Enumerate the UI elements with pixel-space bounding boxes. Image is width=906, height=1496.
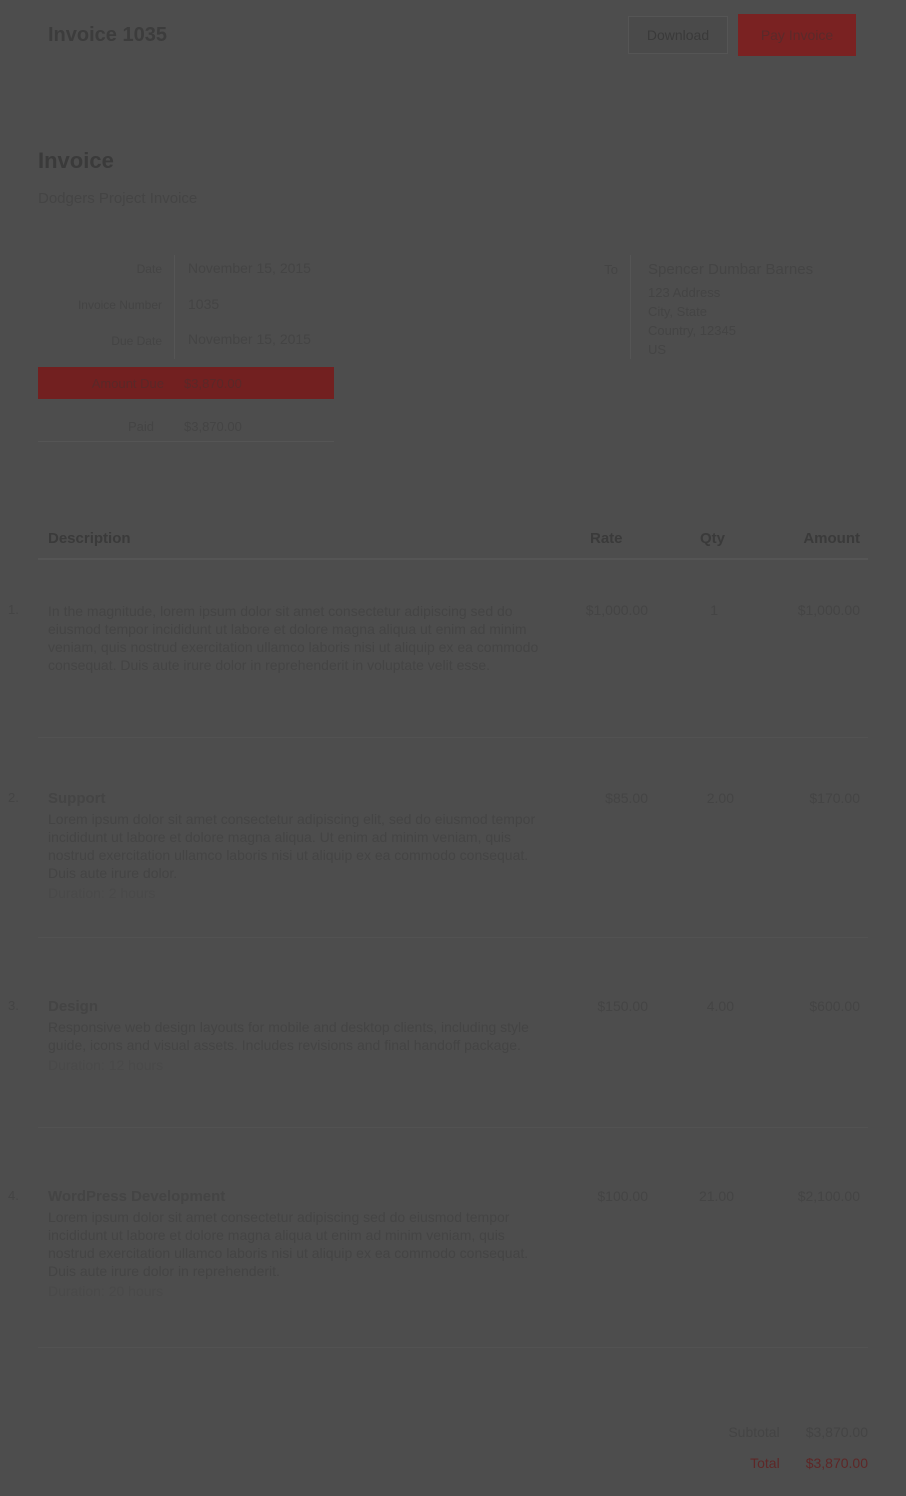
row-amount: $170.00 [809, 790, 860, 806]
item-title: Support [48, 790, 106, 807]
item-description: Responsive web design layouts for mobile… [48, 1019, 529, 1053]
item-description: Lorem ipsum dolor sit amet consectetur a… [48, 1209, 529, 1279]
table-row: 2. Support Lorem ipsum dolor sit amet co… [8, 790, 868, 938]
col-description: Description [48, 530, 131, 547]
item-title: Design [48, 998, 99, 1015]
row-rate: $100.00 [597, 1188, 648, 1204]
item-title: WordPress Development [48, 1188, 226, 1205]
total-value: $3,870.00 [805, 1455, 868, 1471]
download-button[interactable]: Download [628, 16, 728, 54]
col-amount: Amount [803, 530, 860, 547]
date-label: Date [136, 262, 162, 276]
recipient-name: Spencer Dumbar Barnes [648, 261, 814, 278]
paid-label: Paid [127, 419, 154, 434]
item-duration: Duration: 12 hours [48, 1057, 164, 1073]
to-divider [630, 255, 631, 359]
recipient-address: Spencer Dumbar Barnes 123 Address City, … [648, 260, 813, 359]
to-label: To [604, 262, 618, 277]
row-rate: $85.00 [605, 790, 648, 806]
row-qty: 1 [710, 602, 718, 618]
row-description: Support Lorem ipsum dolor sit amet conse… [48, 790, 548, 902]
amount-due-value: $3,870.00 [184, 375, 242, 391]
amount-due-label: Amount Due [91, 375, 164, 391]
row-amount: $1,000.00 [797, 602, 860, 618]
date-value: November 15, 2015 [188, 260, 311, 276]
table-row: 3. Design Responsive web design layouts … [8, 998, 868, 1128]
app-title: Invoice 1035 [48, 24, 167, 46]
invoice-number-value: 1035 [188, 296, 220, 312]
address-line: 123 Address [648, 285, 721, 300]
subtotal-label: Subtotal [728, 1424, 780, 1440]
row-description: In the magnitude, lorem ipsum dolor sit … [48, 602, 548, 674]
item-duration: Duration: 2 hours [48, 885, 156, 901]
item-duration: Duration: 20 hours [48, 1283, 164, 1299]
total-label: Total [750, 1455, 780, 1471]
items-table-header: Description Rate Qty Amount [38, 524, 868, 560]
row-amount: $600.00 [809, 998, 860, 1014]
meta-divider [174, 255, 175, 359]
top-bar: Invoice 1035 Download Pay Invoice [0, 0, 906, 72]
row-qty: 2.00 [706, 790, 734, 806]
col-qty: Qty [700, 530, 726, 547]
paid-row: Paid $3,870.00 [38, 412, 334, 442]
row-index: 4. [8, 1188, 19, 1203]
total-row: Total $3,870.00 [750, 1455, 868, 1471]
document-subtitle: Dodgers Project Invoice [38, 190, 198, 207]
subtotal-row: Subtotal $3,870.00 [728, 1424, 868, 1440]
address-line: City, State [648, 304, 708, 319]
address-line: US [648, 342, 667, 357]
row-index: 2. [8, 790, 19, 805]
col-rate: Rate [590, 530, 623, 547]
paid-value: $3,870.00 [184, 419, 242, 434]
due-date-label: Due Date [111, 334, 162, 348]
table-row: 1. In the magnitude, lorem ipsum dolor s… [8, 602, 868, 738]
row-qty: 21.00 [698, 1188, 734, 1204]
row-description: Design Responsive web design layouts for… [48, 998, 548, 1074]
address-line: Country, 12345 [648, 323, 736, 338]
pay-invoice-button[interactable]: Pay Invoice [738, 14, 856, 56]
row-rate: $1,000.00 [585, 602, 648, 618]
item-description: In the magnitude, lorem ipsum dolor sit … [48, 603, 539, 673]
row-index: 3. [8, 998, 19, 1013]
row-amount: $2,100.00 [797, 1188, 860, 1204]
amount-due-bar: Amount Due $3,870.00 [38, 367, 334, 399]
row-qty: 4.00 [706, 998, 734, 1014]
pay-invoice-label: Pay Invoice [760, 27, 834, 43]
subtotal-value: $3,870.00 [805, 1424, 868, 1440]
item-description: Lorem ipsum dolor sit amet consectetur a… [48, 811, 536, 881]
row-index: 1. [8, 602, 19, 617]
invoice-page: Invoice 1035 Download Pay Invoice Invoic… [0, 0, 906, 1496]
row-description: WordPress Development Lorem ipsum dolor … [48, 1188, 548, 1300]
row-rate: $150.00 [597, 998, 648, 1014]
due-date-value: November 15, 2015 [188, 331, 311, 347]
invoice-number-label: Invoice Number [77, 298, 162, 312]
table-row: 4. WordPress Development Lorem ipsum dol… [8, 1188, 868, 1348]
document-title: Invoice [38, 148, 114, 173]
